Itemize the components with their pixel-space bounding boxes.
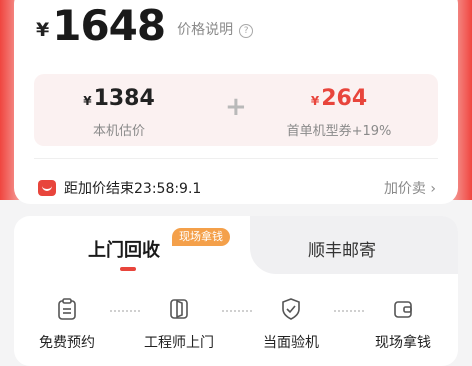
tab-mail-label[interactable]: 顺丰邮寄 [308,236,376,261]
shield-check-icon [281,298,301,320]
price-amount: 1648 [52,1,166,50]
coupon-currency: ¥ [310,94,320,108]
coupon-value: 264 [321,86,368,111]
chevron-right-icon: › [430,181,436,197]
wallet-icon [393,298,413,320]
plus-icon: + [225,92,247,122]
step-get-cash: 现场拿钱 [358,298,448,352]
estimate-column: ¥1384 本机估价 [34,86,204,139]
step-label: 当面验机 [263,335,319,351]
step-inspection: 当面验机 [246,298,336,352]
estimate-currency: ¥ [83,94,92,108]
step-label: 工程师上门 [144,335,214,351]
gift-icon [38,180,56,196]
active-tab-indicator [120,267,136,271]
tab-home-pickup[interactable]: 上门回收 [88,236,160,262]
step-label: 现场拿钱 [375,335,431,351]
door-icon [169,298,189,320]
raise-price-label: 加价卖 [383,181,426,197]
raise-price-link[interactable]: 加价卖 › [384,178,436,198]
currency-symbol: ¥ [36,19,50,41]
onsite-cash-badge: 现场拿钱 [172,228,230,246]
coupon-column: ¥264 首单机型券+19% [254,86,424,139]
price-card: ¥ 1648 价格说明 ? ¥1384 本机估价 + ¥264 首单机型券+19… [14,0,458,204]
help-icon[interactable]: ? [239,24,254,38]
step-free-booking: 免费预约 [22,298,112,352]
estimate-value: 1384 [93,86,155,111]
coupon-label: 首单机型券+19% [286,124,392,139]
step-engineer-visit: 工程师上门 [134,298,224,352]
clipboard-icon [57,298,77,320]
step-label: 免费预约 [39,335,95,351]
recycle-card: 上门回收 现场拿钱 顺丰邮寄 免费预约 工程师上门 当面验机 现场拿钱 [14,216,458,366]
price-row: ¥ 1648 价格说明 ? [36,1,254,50]
price-explain-link[interactable]: 价格说明 [177,19,233,39]
countdown-text: 距加价结束23:58:9.1 [64,181,202,197]
estimate-label: 本机估价 [92,124,145,139]
divider [34,158,438,159]
price-breakdown: ¥1384 本机估价 + ¥264 首单机型券+19% [34,74,438,146]
